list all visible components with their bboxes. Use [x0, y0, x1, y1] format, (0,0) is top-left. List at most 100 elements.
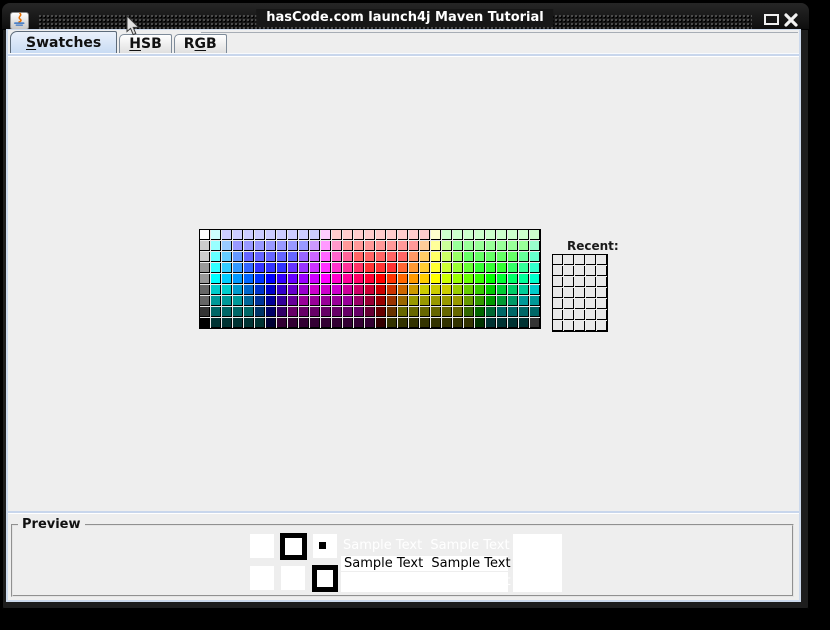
swatch-cell[interactable]: [398, 318, 408, 328]
swatch-cell[interactable]: [376, 263, 386, 273]
swatch-cell[interactable]: [299, 252, 309, 262]
swatch-cell[interactable]: [376, 230, 386, 240]
swatch-cell[interactable]: [365, 285, 375, 295]
swatch-cell[interactable]: [398, 241, 408, 251]
swatch-cell[interactable]: [266, 296, 276, 306]
swatch-cell[interactable]: [211, 241, 221, 251]
swatch-cell[interactable]: [442, 274, 452, 284]
swatch-cell[interactable]: [464, 296, 474, 306]
swatch-cell[interactable]: [376, 296, 386, 306]
swatch-cell[interactable]: [519, 307, 529, 317]
swatch-cell[interactable]: [387, 318, 397, 328]
swatch-cell[interactable]: [354, 263, 364, 273]
swatch-cell[interactable]: [354, 285, 364, 295]
swatch-cell[interactable]: [508, 241, 518, 251]
swatch-cell[interactable]: [530, 241, 540, 251]
swatch-cell[interactable]: [365, 252, 375, 262]
swatch-cell[interactable]: [508, 307, 518, 317]
swatch-cell[interactable]: [299, 285, 309, 295]
swatch-cell[interactable]: [486, 252, 496, 262]
swatch-cell[interactable]: [354, 318, 364, 328]
swatch-cell[interactable]: [497, 307, 507, 317]
swatch-cell[interactable]: [453, 285, 463, 295]
swatch-cell[interactable]: [222, 307, 232, 317]
swatch-cell[interactable]: [519, 285, 529, 295]
swatch-cell[interactable]: [464, 263, 474, 273]
swatch-cell[interactable]: [343, 230, 353, 240]
swatch-cell[interactable]: [266, 263, 276, 273]
swatch-cell[interactable]: [530, 307, 540, 317]
swatch-cell[interactable]: [464, 230, 474, 240]
swatch-cell[interactable]: [299, 318, 309, 328]
swatch-cell[interactable]: [442, 296, 452, 306]
swatch-cell[interactable]: [211, 307, 221, 317]
swatch-cell[interactable]: [409, 285, 419, 295]
swatch-cell[interactable]: [475, 318, 485, 328]
swatch-cell[interactable]: [310, 285, 320, 295]
recent-swatch-cell[interactable]: [597, 288, 607, 298]
swatch-cell[interactable]: [200, 263, 210, 273]
swatch-cell[interactable]: [420, 318, 430, 328]
close-button[interactable]: [784, 12, 798, 26]
swatch-cell[interactable]: [431, 263, 441, 273]
swatch-cell[interactable]: [387, 252, 397, 262]
recent-swatch-cell[interactable]: [553, 321, 563, 331]
swatch-cell[interactable]: [376, 252, 386, 262]
swatch-cell[interactable]: [277, 285, 287, 295]
swatch-cell[interactable]: [244, 274, 254, 284]
swatch-cell[interactable]: [321, 318, 331, 328]
swatch-cell[interactable]: [409, 296, 419, 306]
recent-swatch-cell[interactable]: [575, 288, 585, 298]
swatch-cell[interactable]: [497, 296, 507, 306]
swatch-cell[interactable]: [255, 296, 265, 306]
swatch-cell[interactable]: [387, 285, 397, 295]
swatch-cell[interactable]: [200, 285, 210, 295]
swatch-cell[interactable]: [475, 285, 485, 295]
swatch-cell[interactable]: [200, 274, 210, 284]
swatch-cell[interactable]: [266, 230, 276, 240]
swatch-cell[interactable]: [332, 318, 342, 328]
swatch-cell[interactable]: [398, 263, 408, 273]
swatch-cell[interactable]: [332, 252, 342, 262]
swatch-cell[interactable]: [497, 263, 507, 273]
swatch-cell[interactable]: [354, 307, 364, 317]
swatch-cell[interactable]: [453, 274, 463, 284]
recent-swatch-cell[interactable]: [597, 266, 607, 276]
recent-swatch-cell[interactable]: [553, 288, 563, 298]
swatch-cell[interactable]: [387, 307, 397, 317]
swatch-cell[interactable]: [508, 263, 518, 273]
swatch-cell[interactable]: [442, 307, 452, 317]
swatch-cell[interactable]: [299, 241, 309, 251]
swatch-cell[interactable]: [497, 318, 507, 328]
swatch-cell[interactable]: [288, 285, 298, 295]
swatch-cell[interactable]: [376, 274, 386, 284]
swatch-cell[interactable]: [398, 252, 408, 262]
swatch-cell[interactable]: [288, 230, 298, 240]
swatch-cell[interactable]: [508, 296, 518, 306]
swatch-cell[interactable]: [266, 241, 276, 251]
swatch-cell[interactable]: [464, 318, 474, 328]
swatch-cell[interactable]: [464, 252, 474, 262]
swatch-cell[interactable]: [486, 274, 496, 284]
swatch-cell[interactable]: [486, 296, 496, 306]
swatch-cell[interactable]: [299, 263, 309, 273]
swatch-cell[interactable]: [288, 296, 298, 306]
swatch-cell[interactable]: [299, 307, 309, 317]
swatch-cell[interactable]: [255, 274, 265, 284]
swatch-cell[interactable]: [442, 230, 452, 240]
swatch-cell[interactable]: [200, 230, 210, 240]
swatch-cell[interactable]: [508, 274, 518, 284]
swatch-cell[interactable]: [365, 230, 375, 240]
swatch-cell[interactable]: [475, 252, 485, 262]
swatch-cell[interactable]: [464, 274, 474, 284]
swatch-cell[interactable]: [442, 241, 452, 251]
swatch-cell[interactable]: [387, 274, 397, 284]
maximize-button[interactable]: [764, 14, 779, 25]
swatch-cell[interactable]: [431, 285, 441, 295]
recent-swatch-cell[interactable]: [553, 266, 563, 276]
swatch-cell[interactable]: [486, 285, 496, 295]
swatch-cell[interactable]: [343, 296, 353, 306]
recent-swatch-cell[interactable]: [586, 255, 596, 265]
swatch-cell[interactable]: [453, 296, 463, 306]
swatch-cell[interactable]: [244, 318, 254, 328]
